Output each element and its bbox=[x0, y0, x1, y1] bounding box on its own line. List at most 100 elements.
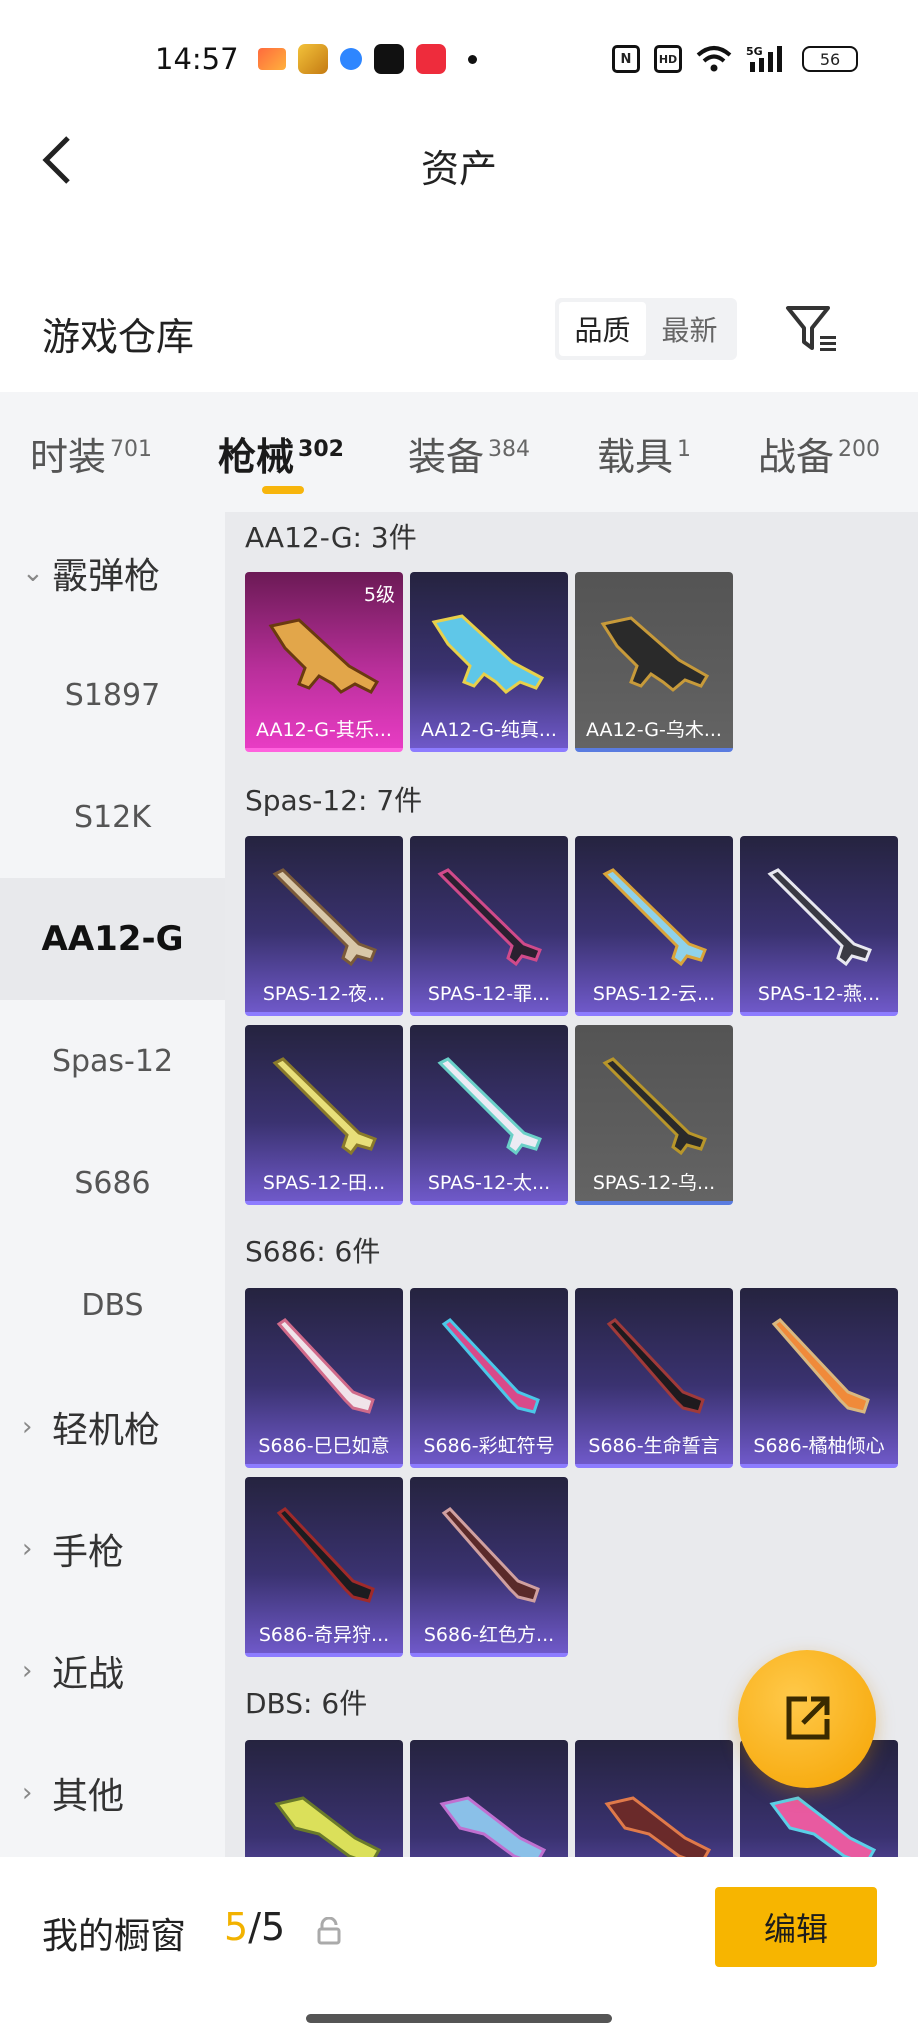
weapon-skin-image bbox=[272, 1057, 377, 1156]
warehouse-title: 游戏仓库 bbox=[42, 315, 195, 359]
battery-icon: 56 bbox=[802, 46, 858, 72]
sidebar-category-lmg[interactable]: › 轻机枪 bbox=[0, 1366, 225, 1488]
weapon-skin-image bbox=[600, 616, 710, 692]
tiktok-notification-icon bbox=[374, 44, 404, 74]
sidebar-category-melee[interactable]: › 近战 bbox=[0, 1610, 225, 1732]
sidebar-item-spas12[interactable]: Spas-12 bbox=[0, 1000, 225, 1122]
sidebar-category-label: 手枪 bbox=[52, 1532, 125, 1573]
chevron-right-icon: › bbox=[22, 1656, 33, 1686]
sidebar-item-s1897[interactable]: S1897 bbox=[0, 634, 225, 756]
weapon-name: AA12-G-纯真... bbox=[421, 719, 557, 741]
sort-quality-option[interactable]: 品质 bbox=[559, 302, 646, 356]
weapon-name: SPAS-12-太... bbox=[427, 1172, 551, 1194]
edit-button[interactable]: 编辑 bbox=[715, 1887, 877, 1967]
home-indicator[interactable] bbox=[306, 2014, 612, 2023]
weapon-name: S686-生命誓言 bbox=[588, 1435, 720, 1457]
hd-icon: HD bbox=[654, 45, 682, 73]
tab-label: 装备 bbox=[408, 435, 485, 479]
tab-equipment[interactable]: 装备 384 bbox=[408, 426, 530, 481]
weapon-skin-image bbox=[602, 1057, 707, 1156]
weapon-name: SPAS-12-云... bbox=[592, 983, 716, 1005]
showcase-total: /5 bbox=[248, 1905, 286, 1949]
filter-icon[interactable] bbox=[782, 300, 842, 360]
sidebar-item-s686[interactable]: S686 bbox=[0, 1122, 225, 1244]
weapon-name: S686-红色方... bbox=[423, 1624, 555, 1646]
weapon-card[interactable] bbox=[575, 1740, 733, 1857]
signal-5g-icon: 5G bbox=[746, 45, 782, 72]
weapon-sidebar: ⌄ 霰弹枪 S1897 S12K AA12-G Spas-12 S686 DBS … bbox=[0, 512, 225, 1857]
sort-toggle: 品质 最新 bbox=[555, 298, 737, 360]
lock-icon bbox=[317, 1917, 341, 1945]
weapon-card[interactable] bbox=[245, 1740, 403, 1857]
weapon-card[interactable] bbox=[410, 1740, 568, 1857]
weapon-name: S686-巳巳如意 bbox=[258, 1435, 390, 1457]
browser-notification-icon bbox=[340, 48, 362, 70]
weapon-card[interactable]: S686-生命誓言 bbox=[575, 1288, 733, 1468]
weapon-card[interactable]: SPAS-12-太... bbox=[410, 1025, 568, 1205]
weapon-name: SPAS-12-乌... bbox=[592, 1172, 716, 1194]
weapon-skin-image bbox=[268, 618, 380, 694]
category-tabs: 时装 701 枪械 302 装备 384 载具 1 战备 200 bbox=[0, 392, 918, 512]
weapon-card[interactable]: SPAS-12-夜... bbox=[245, 836, 403, 1016]
weapon-card[interactable]: S686-巳巳如意 bbox=[245, 1288, 403, 1468]
weapon-name: S686-彩虹符号 bbox=[423, 1435, 555, 1457]
music-notification-icon bbox=[416, 44, 446, 74]
weapon-skin-image bbox=[276, 1318, 375, 1414]
more-notifications-dot bbox=[468, 54, 477, 64]
sidebar-item-s12k[interactable]: S12K bbox=[0, 756, 225, 878]
page-title: 资产 bbox=[420, 147, 497, 191]
svg-text:5G: 5G bbox=[746, 45, 763, 58]
weapon-card[interactable]: SPAS-12-云... bbox=[575, 836, 733, 1016]
sidebar-item-aa12g[interactable]: AA12-G bbox=[0, 878, 225, 1000]
showcase-count: 5/5 bbox=[224, 1905, 285, 1949]
chevron-right-icon: › bbox=[22, 1412, 33, 1442]
weapon-name: AA12-G-乌木... bbox=[586, 719, 722, 741]
sidebar-category-pistol[interactable]: › 手枪 bbox=[0, 1488, 225, 1610]
weapon-skin-image bbox=[602, 868, 707, 967]
weapon-card[interactable]: S686-彩虹符号 bbox=[410, 1288, 568, 1468]
showcase-bar: 我的橱窗 5/5 编辑 bbox=[0, 1857, 918, 2040]
weapon-card[interactable]: S686-红色方... bbox=[410, 1477, 568, 1657]
tab-fashion[interactable]: 时装 701 bbox=[30, 426, 152, 481]
chevron-down-icon: ⌄ bbox=[22, 558, 44, 588]
weapon-card[interactable]: SPAS-12-田... bbox=[245, 1025, 403, 1205]
weapon-card[interactable]: AA12-G-乌木... bbox=[575, 572, 733, 752]
notification-icons bbox=[258, 44, 477, 74]
status-bar: 14:57 N HD 5G 56 bbox=[0, 0, 918, 120]
tab-count: 302 bbox=[298, 437, 344, 462]
tab-label: 枪械 bbox=[218, 435, 295, 479]
game-notification-icon bbox=[298, 44, 328, 74]
group-title-dbs: DBS: 6件 bbox=[245, 1687, 368, 1720]
weapon-skin-image bbox=[767, 868, 872, 967]
weapon-card[interactable]: AA12-G-纯真... bbox=[410, 572, 568, 752]
sort-newest-option[interactable]: 最新 bbox=[646, 302, 733, 356]
weapon-card[interactable]: S686-橘柚倾心 bbox=[740, 1288, 898, 1468]
tab-label: 战备 bbox=[758, 435, 835, 479]
weapon-card[interactable]: SPAS-12-乌... bbox=[575, 1025, 733, 1205]
tab-firearms[interactable]: 枪械 302 bbox=[218, 426, 344, 481]
sidebar-category-other[interactable]: › 其他 bbox=[0, 1732, 225, 1854]
weapon-skin-image bbox=[437, 868, 542, 967]
weapon-card[interactable]: 5级 AA12-G-其乐... bbox=[245, 572, 403, 752]
weapon-name: SPAS-12-田... bbox=[262, 1172, 386, 1194]
weapon-card[interactable]: SPAS-12-燕... bbox=[740, 836, 898, 1016]
weapon-skin-image bbox=[771, 1318, 870, 1414]
sidebar-category-label: 轻机枪 bbox=[52, 1410, 161, 1451]
sidebar-category-shotgun[interactable]: ⌄ 霰弹枪 bbox=[0, 512, 225, 634]
weapon-name: SPAS-12-夜... bbox=[262, 983, 386, 1005]
system-indicators: N HD 5G 56 bbox=[612, 44, 858, 74]
tab-vehicles[interactable]: 载具 1 bbox=[597, 426, 691, 481]
weapon-card[interactable]: SPAS-12-罪... bbox=[410, 836, 568, 1016]
weapon-skin-image bbox=[272, 868, 377, 967]
weapon-card[interactable]: S686-奇异狩... bbox=[245, 1477, 403, 1657]
tab-tactical-gear[interactable]: 战备 200 bbox=[758, 426, 880, 481]
share-button[interactable] bbox=[738, 1650, 876, 1788]
chevron-right-icon: › bbox=[22, 1778, 33, 1808]
sidebar-item-dbs[interactable]: DBS bbox=[0, 1244, 225, 1366]
nfc-icon: N bbox=[612, 45, 640, 73]
weapon-skin-image bbox=[431, 614, 545, 694]
wifi-icon bbox=[696, 46, 732, 72]
showcase-current: 5 bbox=[224, 1905, 249, 1949]
weapon-name: S686-奇异狩... bbox=[258, 1624, 390, 1646]
weapon-skin-image bbox=[604, 1796, 712, 1857]
